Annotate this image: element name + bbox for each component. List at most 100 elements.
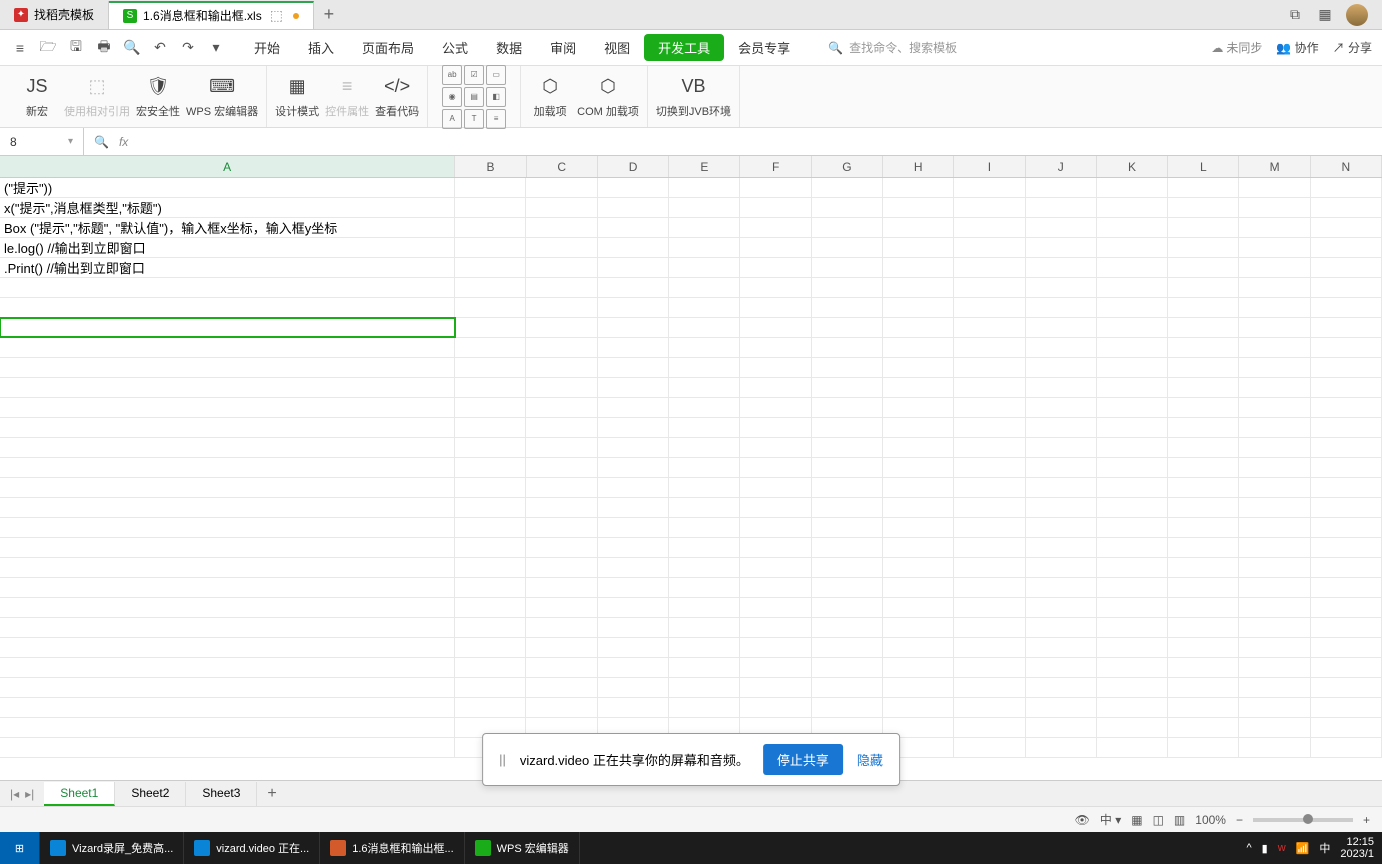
cell[interactable]: [1026, 518, 1097, 537]
cell[interactable]: [455, 318, 526, 337]
col-header[interactable]: C: [527, 156, 598, 177]
cell[interactable]: [0, 538, 455, 557]
task-button[interactable]: WPS 宏编辑器: [465, 832, 580, 864]
cell[interactable]: [0, 598, 455, 617]
cell[interactable]: [1311, 518, 1382, 537]
cell[interactable]: [1168, 738, 1239, 757]
grid-row[interactable]: [0, 498, 1382, 518]
cell[interactable]: [1026, 378, 1097, 397]
cell[interactable]: [455, 358, 526, 377]
cell[interactable]: [0, 458, 455, 477]
col-header[interactable]: F: [740, 156, 811, 177]
cell[interactable]: [526, 698, 597, 717]
cell[interactable]: [1239, 278, 1310, 297]
cell[interactable]: [455, 258, 526, 277]
cell[interactable]: [455, 518, 526, 537]
sheet-tab[interactable]: Sheet1: [44, 782, 115, 806]
cell[interactable]: [598, 318, 669, 337]
cell[interactable]: [0, 738, 455, 757]
cell[interactable]: [1239, 198, 1310, 217]
grid-row[interactable]: [0, 418, 1382, 438]
cell[interactable]: [1168, 718, 1239, 737]
ctrl-icon[interactable]: ◉: [442, 87, 462, 107]
grid-row[interactable]: ("提示")): [0, 178, 1382, 198]
cell[interactable]: [455, 638, 526, 657]
tab-file[interactable]: S 1.6消息框和输出框.xls ⬚: [109, 1, 314, 29]
ribbon-tab-layout[interactable]: 页面布局: [348, 34, 428, 61]
cell[interactable]: [740, 698, 811, 717]
cell[interactable]: [598, 198, 669, 217]
cell[interactable]: [954, 478, 1025, 497]
grid-row[interactable]: [0, 378, 1382, 398]
cell[interactable]: [954, 178, 1025, 197]
cell[interactable]: [526, 478, 597, 497]
cell[interactable]: [0, 638, 455, 657]
cell[interactable]: [954, 358, 1025, 377]
cell[interactable]: [526, 398, 597, 417]
cell[interactable]: [598, 438, 669, 457]
cell[interactable]: [883, 558, 954, 577]
cell[interactable]: [812, 498, 883, 517]
cell[interactable]: [883, 518, 954, 537]
cell[interactable]: [883, 538, 954, 557]
cell[interactable]: [526, 358, 597, 377]
cell[interactable]: [1311, 338, 1382, 357]
cell[interactable]: [1311, 598, 1382, 617]
cell[interactable]: [526, 418, 597, 437]
cell[interactable]: [1168, 298, 1239, 317]
cell[interactable]: Box ("提示","标题", "默认值")，输入框x坐标，输入框y坐标: [0, 218, 455, 237]
cell[interactable]: [1168, 618, 1239, 637]
cell[interactable]: [740, 418, 811, 437]
cell[interactable]: [954, 658, 1025, 677]
cell[interactable]: [0, 358, 455, 377]
cell[interactable]: [598, 478, 669, 497]
cell[interactable]: [954, 458, 1025, 477]
cell[interactable]: [1239, 518, 1310, 537]
cell[interactable]: [1026, 458, 1097, 477]
cell[interactable]: x("提示",消息框类型,"标题"): [0, 198, 455, 217]
ribbon-tab-member[interactable]: 会员专享: [724, 34, 804, 61]
cell[interactable]: [455, 498, 526, 517]
cell[interactable]: [954, 438, 1025, 457]
grid-row[interactable]: [0, 398, 1382, 418]
ribbon-search[interactable]: 🔍 查找命令、搜索模板: [828, 39, 957, 56]
cell[interactable]: [0, 278, 455, 297]
cell[interactable]: [1097, 358, 1168, 377]
cell[interactable]: [455, 478, 526, 497]
cell[interactable]: [1239, 358, 1310, 377]
cell[interactable]: [598, 578, 669, 597]
cell[interactable]: [812, 558, 883, 577]
cell[interactable]: [812, 578, 883, 597]
cell[interactable]: [1026, 678, 1097, 697]
cell[interactable]: [598, 298, 669, 317]
cell[interactable]: [1026, 578, 1097, 597]
cell[interactable]: [740, 638, 811, 657]
ime-indicator[interactable]: 中: [1319, 840, 1330, 856]
cell[interactable]: [1239, 218, 1310, 237]
cell[interactable]: [954, 338, 1025, 357]
cell[interactable]: [1239, 258, 1310, 277]
cell[interactable]: [1026, 638, 1097, 657]
cell[interactable]: [1168, 318, 1239, 337]
cell[interactable]: [1311, 258, 1382, 277]
cell[interactable]: [455, 198, 526, 217]
col-header[interactable]: J: [1026, 156, 1097, 177]
cell[interactable]: [669, 198, 740, 217]
cell[interactable]: [669, 558, 740, 577]
cell[interactable]: [954, 738, 1025, 757]
grid-row[interactable]: Box ("提示","标题", "默认值")，输入框x坐标，输入框y坐标: [0, 218, 1382, 238]
new-tab-button[interactable]: +: [314, 4, 344, 25]
cell[interactable]: [954, 698, 1025, 717]
cell[interactable]: [598, 178, 669, 197]
cell[interactable]: [1239, 418, 1310, 437]
cell[interactable]: [1026, 538, 1097, 557]
cell[interactable]: [740, 338, 811, 357]
cell[interactable]: [812, 478, 883, 497]
name-box[interactable]: 8 ▾: [0, 128, 84, 155]
cell[interactable]: [883, 438, 954, 457]
cell[interactable]: [598, 238, 669, 257]
cell[interactable]: [1168, 398, 1239, 417]
cell[interactable]: [0, 298, 455, 317]
cell[interactable]: [740, 298, 811, 317]
macro-security-button[interactable]: 🛡宏安全性: [136, 75, 180, 119]
